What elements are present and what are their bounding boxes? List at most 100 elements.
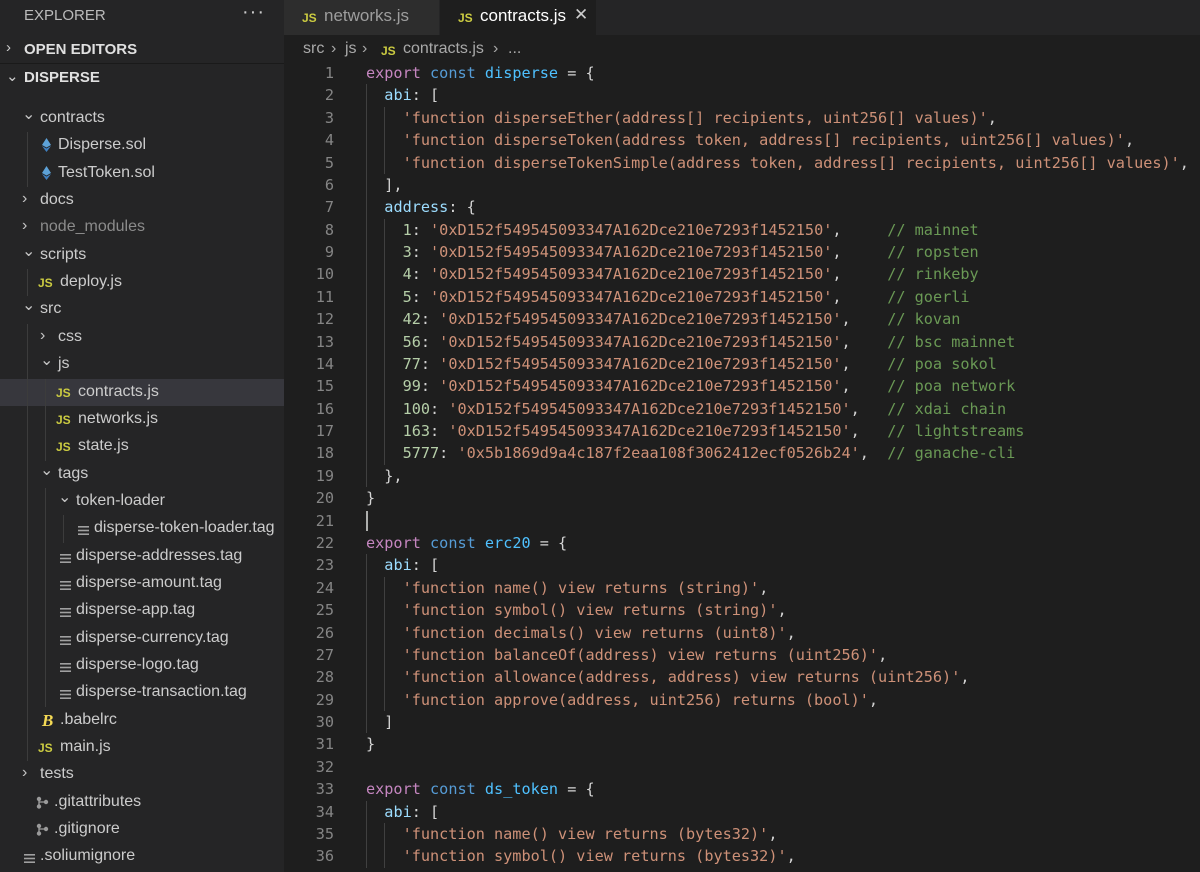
breadcrumb-src[interactable]: src [303,40,324,58]
tree-item-deploy-js[interactable]: JS deploy.js [0,269,284,296]
tree-item-css[interactable]: › css [0,324,284,351]
code-token: abi [384,556,412,575]
code-line: 'function name() view returns (bytes32)'… [366,823,778,845]
line-number: 26 [315,623,334,642]
project-label: DISPERSE [24,69,100,86]
tree-item-gitignore[interactable]: .gitignore [0,816,284,843]
code-editor[interactable]: 1 export const disperse = {2 abi: [3 'fun… [284,63,1200,872]
line-number: 5 [324,153,334,172]
tab-contracts-js[interactable]: JS contracts.js ✕ [440,0,596,35]
code-token: '0xD152f549545093347A162Dce210e7293f1452… [439,332,842,351]
tree-item-scripts[interactable]: ⌄ scripts [0,242,284,269]
tree-item-disperse-sol[interactable]: Disperse.sol [0,132,284,159]
tree-item-networks-js[interactable]: JS networks.js [0,406,284,433]
tree-item-disperse-addresses-tag[interactable]: disperse-addresses.tag [0,543,284,570]
code-token: : [430,422,449,441]
code-line: 5: '0xD152f549545093347A162Dce210e7293f1… [366,286,970,308]
tree-item-label: networks.js [78,409,159,427]
tree-item-disperse-app-tag[interactable]: disperse-app.tag [0,597,284,624]
code-token: 77 [402,354,421,373]
code-token: , [786,847,796,866]
chevron-right-icon: › [6,39,11,56]
text-cursor [366,510,368,531]
tree-item-artwork[interactable]: › artwork [0,91,284,98]
tree-item-src[interactable]: ⌄ src [0,296,284,323]
code-line: 'function balanceOf(address) view return… [366,644,888,666]
tree-item-babelrc[interactable]: B .babelrc [0,707,284,734]
code-token: : [ [411,802,440,821]
code-token: // ropsten [887,243,979,262]
close-icon[interactable]: ✕ [574,5,588,25]
indent-guide [384,822,386,868]
breadcrumb-tail[interactable]: ... [508,40,521,58]
tree-item-main-js[interactable]: JS main.js [0,734,284,761]
line-number: 21 [315,511,334,530]
code-line: 42: '0xD152f549545093347A162Dce210e7293f… [366,308,961,330]
tree-item-gitattributes[interactable]: .gitattributes [0,789,284,816]
tree-item-testtoken-sol[interactable]: TestToken.sol [0,160,284,187]
chevron-down-icon: ⌄ [22,106,36,123]
line-number: 6 [324,175,334,194]
indent-guide [27,269,28,297]
tree-item-contracts-js[interactable]: JS contracts.js [0,378,284,406]
code-line: export const disperse = { [366,63,595,84]
tree-item-disperse-token-loader-tag[interactable]: disperse-token-loader.tag [0,515,284,542]
code-line: 'function symbol() view returns (string)… [366,599,787,621]
code-token: 'function symbol() view returns (string)… [402,601,778,620]
tree-item-js[interactable]: ⌄ js [0,351,284,378]
indent-guide [384,576,386,711]
code-token: = { [558,780,595,799]
tree-item-disperse-transaction-tag[interactable]: disperse-transaction.tag [0,679,284,706]
code-line: 'function decimals() view returns (uint8… [366,622,796,644]
tree-item-node-modules[interactable]: › node_modules [0,214,284,241]
code-token: 5 [402,287,412,306]
tree-item-label: disperse-app.tag [76,601,196,619]
code-line: 4: '0xD152f549545093347A162Dce210e7293f1… [366,263,979,285]
code-token: = { [530,533,568,552]
tree-item-label: .gitignore [54,820,120,838]
tree-item-tags[interactable]: ⌄ tags [0,461,284,488]
tree-item-soliumignore[interactable]: .soliumignore [0,843,284,870]
tab-label: contracts.js [480,6,566,25]
chevron-down-icon: ⌄ [40,352,54,370]
code-token: const [430,533,476,552]
lines-icon [60,660,71,672]
tab-networks-js[interactable]: JS networks.js [284,0,439,35]
code-line: address: { [366,196,475,218]
lines-icon [60,605,71,618]
code-token: , [987,108,997,127]
line-number: 35 [315,824,334,843]
line-number: 22 [315,533,334,552]
tree-item-docs[interactable]: › docs [0,187,284,214]
code-token: , [759,578,769,597]
open-editors-section[interactable]: › OPEN EDITORS [0,36,284,63]
tree-item-disperse-amount-tag[interactable]: disperse-amount.tag [0,570,284,597]
breadcrumb-file[interactable]: contracts.js [403,40,484,58]
code-token: // goerli [887,287,970,306]
code-token: : [420,332,440,351]
line-number: 23 [315,556,334,575]
code-line: 99: '0xD152f549545093347A162Dce210e7293f… [366,375,1016,397]
tree-item-token-loader[interactable]: ⌄ token-loader [0,488,284,515]
tree-item-state-js[interactable]: JS state.js [0,433,284,460]
lines-icon [24,851,35,864]
tree-item-contracts[interactable]: ⌄ contracts [0,105,284,132]
more-actions-icon[interactable]: ··· [242,1,265,24]
tree-item-tests[interactable]: › tests [0,761,284,788]
indent-guide [366,554,367,734]
code-line: export const erc20 = { [366,532,567,554]
chevron-right-icon: › [22,91,27,92]
code-line: 5777: '0x5b1869d9a4c187f2eaa108f3062412e… [366,442,1016,464]
project-section[interactable]: ⌄ DISPERSE [0,64,284,91]
tree-item-disperse-currency-tag[interactable]: disperse-currency.tag [0,625,284,652]
tree-item-disperse-logo-tag[interactable]: disperse-logo.tag [0,652,284,679]
breadcrumb-js[interactable]: js [345,40,357,58]
chevron-down-icon: ⌄ [40,461,54,479]
tree-item-label: tests [40,765,74,783]
code-token: 'function disperseTokenSimple(address to… [402,153,1180,172]
code-token: ], [366,175,403,194]
